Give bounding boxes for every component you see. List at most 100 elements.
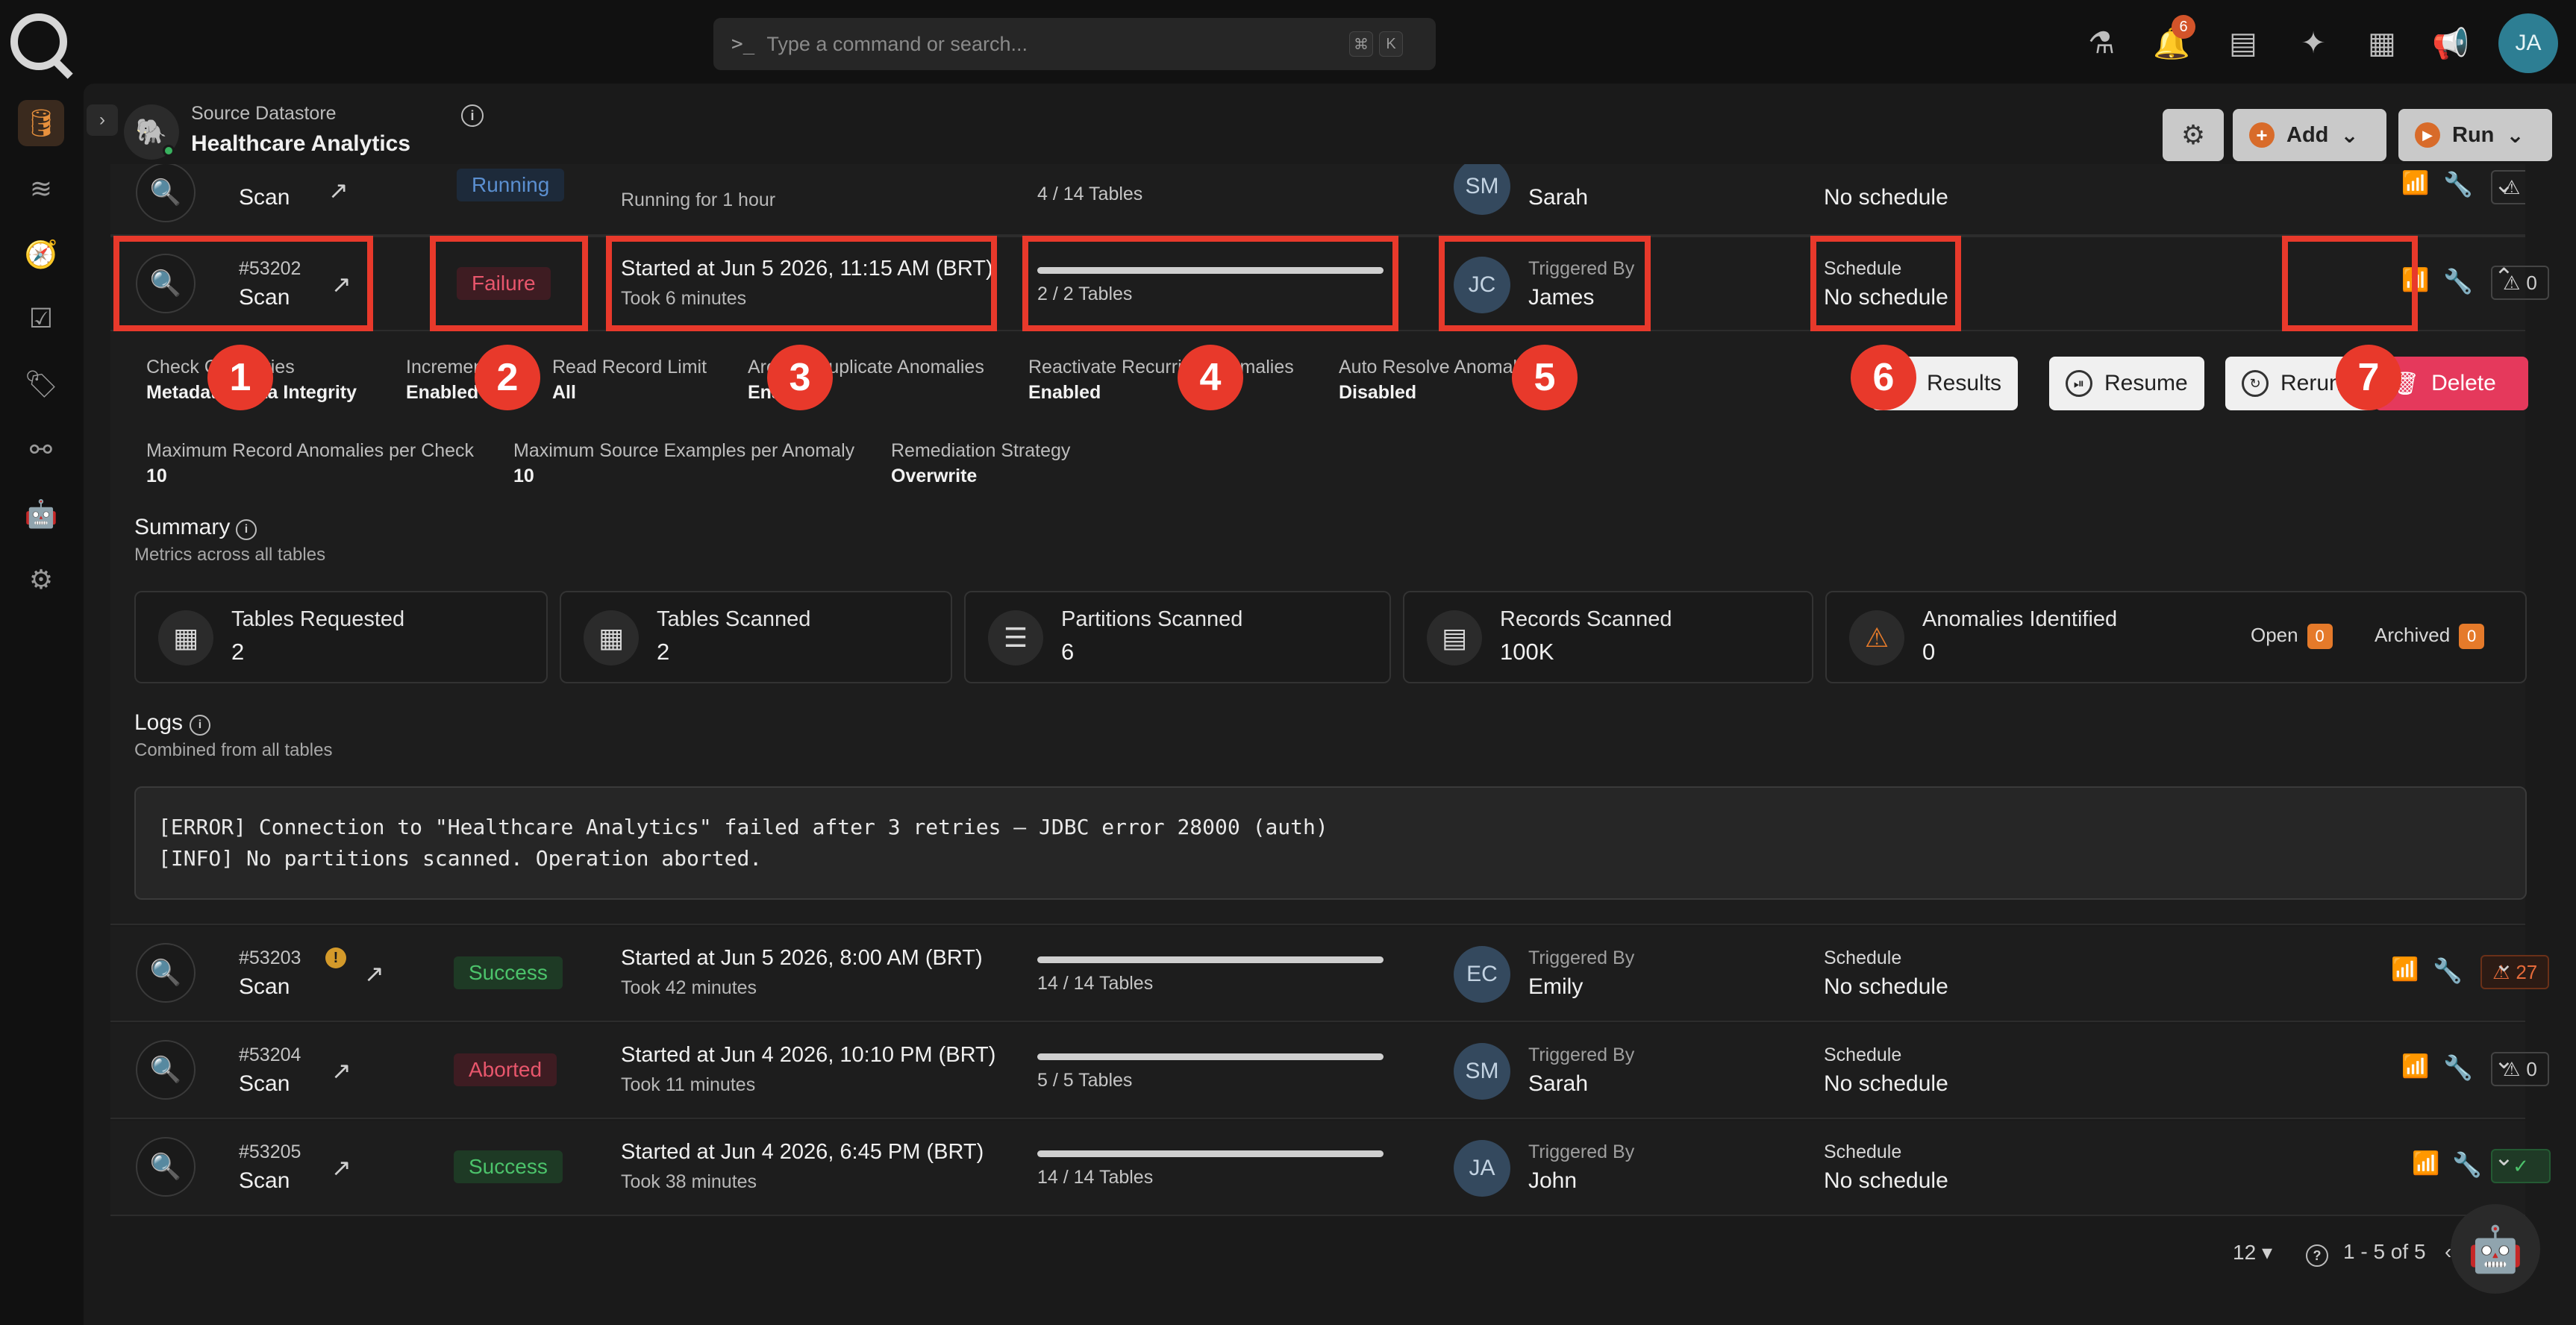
marker-2: 2 xyxy=(475,345,540,410)
open-arrow-icon[interactable]: ↗ xyxy=(364,959,384,988)
wrench-icon[interactable]: 🔧 xyxy=(2443,267,2473,295)
run-button[interactable]: ▶ Run ⌄ xyxy=(2398,109,2552,161)
assistant-robot-icon[interactable]: 🤖 xyxy=(2451,1204,2540,1294)
notification-count-badge: 6 xyxy=(2172,15,2195,39)
duration-text: Took 11 minutes xyxy=(621,1074,756,1095)
metric-card-partitions-scanned: ☰ Partitions Scanned 6 xyxy=(964,591,1391,683)
collapse-chevron-icon[interactable]: ⌃ xyxy=(2494,263,2514,291)
status-badge: Running xyxy=(457,169,565,201)
wrench-icon[interactable]: 🔧 xyxy=(2452,1150,2482,1179)
help-icon[interactable]: ? xyxy=(2306,1244,2328,1267)
expand-chevron-icon[interactable]: ⌄ xyxy=(2494,1046,2514,1074)
robot-icon[interactable]: 🤖 xyxy=(18,491,64,537)
megaphone-icon[interactable]: 📢 xyxy=(2430,22,2472,64)
notifications-bell-icon[interactable]: 🔔 6 xyxy=(2151,15,2195,64)
settings-gear-icon[interactable]: ⚙ xyxy=(18,557,64,603)
metric-value: 2 xyxy=(231,639,245,665)
operation-row[interactable]: 🔍 Scan ↗ Running Running for 1 hour 4 / … xyxy=(110,164,2525,236)
marker-6: 6 xyxy=(1851,345,1916,410)
checklist-icon[interactable]: ☑ xyxy=(18,295,64,342)
table-icon: ▦ xyxy=(584,610,639,665)
schedule-value: No schedule xyxy=(1824,185,1948,210)
resume-button[interactable]: ⏯ Resume xyxy=(2049,357,2204,410)
highlight-box-tables xyxy=(1022,236,1398,331)
tables-progress-bar xyxy=(1037,1150,1384,1157)
open-arrow-icon[interactable]: ↗ xyxy=(331,1056,351,1085)
operation-id: #53205 xyxy=(239,1141,301,1162)
metric-card-tables-scanned: ▦ Tables Scanned 2 xyxy=(560,591,952,683)
magic-wand-icon[interactable]: ✦ xyxy=(2292,22,2334,64)
schedule-value: No schedule xyxy=(1824,1168,1948,1193)
hierarchy-icon[interactable]: ⚯ xyxy=(18,427,64,473)
apps-grid-icon[interactable]: ▦ xyxy=(2361,22,2403,64)
operation-id: #53203 xyxy=(239,947,301,968)
operation-row[interactable]: 🔍 #53205 Scan ↗ Success Started at Jun 4… xyxy=(110,1121,2551,1216)
signal-icon: 📶 xyxy=(2401,171,2430,195)
expand-chevron-icon[interactable]: ⌄ xyxy=(2494,1143,2514,1171)
expand-chevron-icon[interactable]: ⌄ xyxy=(2494,949,2514,977)
option-value: Overwrite xyxy=(891,466,978,486)
schedule-value: No schedule xyxy=(1824,974,1948,999)
highlight-box-id xyxy=(113,236,373,331)
logs-output[interactable]: [ERROR] Connection to "Healthcare Analyt… xyxy=(134,786,2527,900)
triggered-by-user: John xyxy=(1528,1168,1578,1193)
user-avatar: SM xyxy=(1454,1043,1510,1100)
open-arrow-icon[interactable]: ↗ xyxy=(331,1153,351,1182)
highlight-box-start-time xyxy=(606,236,997,331)
operation-row[interactable]: 🔍 #53203 ! Scan ↗ Success Started at Jun… xyxy=(110,927,2550,1022)
database-icon[interactable]: 🛢 xyxy=(18,100,64,146)
metric-label: Partitions Scanned xyxy=(1061,607,1243,631)
command-search-input[interactable]: >_ Type a command or search... ⌘ K xyxy=(713,18,1436,70)
datastore-title: Healthcare Analytics xyxy=(191,131,411,156)
rerun-icon: ↻ xyxy=(2242,370,2269,397)
option-label: Read Record Limit xyxy=(552,357,707,378)
status-badge: Success xyxy=(454,1150,563,1183)
document-icon[interactable]: ▤ xyxy=(2222,22,2264,64)
status-badge: Aborted xyxy=(454,1053,557,1086)
metric-card-tables-requested: ▦ Tables Requested 2 xyxy=(134,591,548,683)
user-avatar: EC xyxy=(1454,946,1510,1003)
triggered-by-label: Triggered By xyxy=(1528,947,1635,968)
option-label: Auto Resolve Anomalies xyxy=(1339,357,1541,378)
layers-icon[interactable]: ≋ xyxy=(18,166,64,212)
operation-id: #53204 xyxy=(239,1044,301,1065)
scan-icon: 🔍 xyxy=(136,1040,196,1100)
logs-title: Logs xyxy=(134,710,184,735)
archived-anomalies[interactable]: Archived 0 xyxy=(2375,624,2485,649)
metric-label: Tables Scanned xyxy=(657,607,811,631)
anomaly-count[interactable]: ⚠ 27 xyxy=(2480,955,2550,989)
operation-type: Scan xyxy=(239,1168,290,1193)
operation-type: Scan xyxy=(239,185,290,210)
add-label: Add xyxy=(2286,122,2329,147)
schedule-label: Schedule xyxy=(1824,947,1902,968)
highlight-box-actions xyxy=(2282,236,2418,331)
wrench-icon[interactable]: 🔧 xyxy=(2433,956,2463,985)
wrench-icon[interactable]: 🔧 xyxy=(2443,170,2473,198)
info-icon[interactable]: i xyxy=(461,104,484,127)
triggered-by-user: Sarah xyxy=(1528,185,1589,210)
metric-value: 2 xyxy=(657,639,670,665)
open-anomalies[interactable]: Open 0 xyxy=(2251,624,2333,649)
logs-subtitle: Combined from all tables xyxy=(134,740,333,760)
user-avatar[interactable]: JA xyxy=(2498,13,2558,73)
summary-info-icon[interactable]: i xyxy=(236,519,257,540)
tag-icon[interactable]: 🏷 xyxy=(18,361,64,407)
logs-info-icon[interactable]: i xyxy=(190,715,210,736)
archived-count: 0 xyxy=(2459,624,2485,649)
wrench-icon[interactable]: 🔧 xyxy=(2443,1053,2473,1082)
app-logo[interactable] xyxy=(10,13,67,70)
add-button[interactable]: + Add ⌄ xyxy=(2233,109,2386,161)
schedule-label: Schedule xyxy=(1824,1141,1902,1162)
operation-row[interactable]: 🔍 #53204 Scan ↗ Aborted Started at Jun 4… xyxy=(110,1024,2549,1119)
option-value: All xyxy=(552,382,576,403)
duration-text: Took 38 minutes xyxy=(621,1171,757,1192)
compass-icon[interactable]: 🧭 xyxy=(18,231,64,278)
flask-icon[interactable]: ⚗ xyxy=(2081,22,2122,64)
datastore-settings-button[interactable]: ⚙ xyxy=(2163,109,2224,161)
operation-type: Scan xyxy=(239,974,290,999)
page-size-select[interactable]: 12 ▾ xyxy=(2233,1240,2272,1265)
expand-sidebar-chevron-icon[interactable]: › xyxy=(87,104,118,136)
marker-1: 1 xyxy=(207,345,273,410)
open-arrow-icon[interactable]: ↗ xyxy=(328,176,348,204)
expand-chevron-icon[interactable]: ⌄ xyxy=(2494,170,2514,198)
